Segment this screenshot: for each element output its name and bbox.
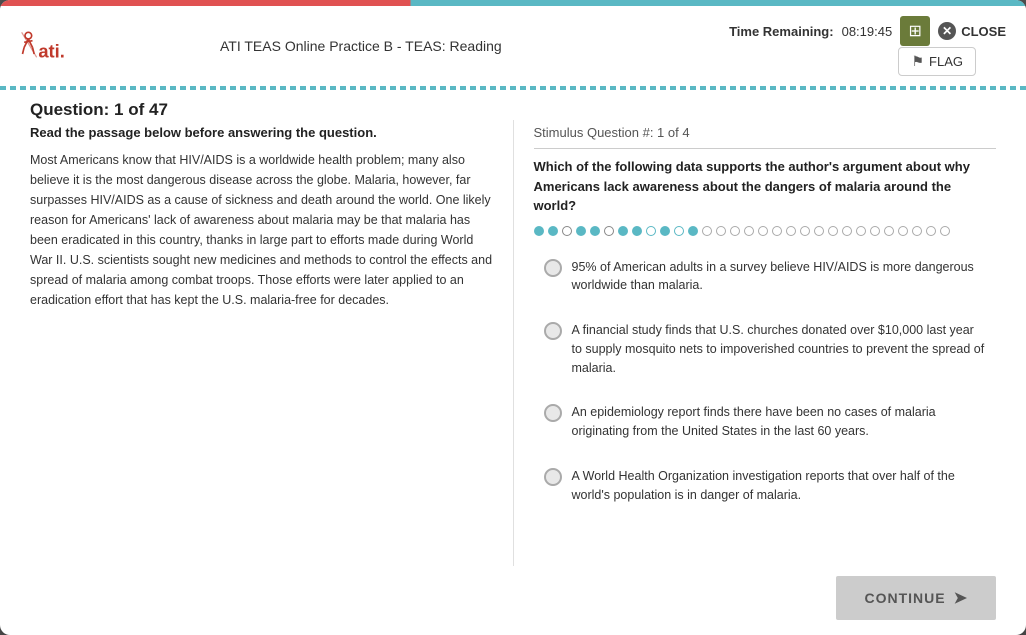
- logo-area: ati.: [20, 24, 220, 69]
- close-button[interactable]: ✕ CLOSE: [938, 22, 1006, 40]
- continue-label: CONTINUE: [864, 590, 945, 606]
- answer-text-a: 95% of American adults in a survey belie…: [572, 258, 987, 296]
- passage-instruction: Read the passage below before answering …: [30, 125, 493, 140]
- answer-option-a[interactable]: 95% of American adults in a survey belie…: [534, 250, 997, 304]
- flag-button[interactable]: ⚑ FLAG: [898, 47, 976, 76]
- left-panel: Read the passage below before answering …: [30, 120, 514, 566]
- main-content: Read the passage below before answering …: [0, 120, 1026, 566]
- header-right: Time Remaining: 08:19:45 ⊞ ✕ CLOSE ⚑ FLA…: [729, 16, 1006, 76]
- svg-text:ati.: ati.: [38, 40, 64, 61]
- progress-dots: [534, 226, 997, 236]
- dot-2: [548, 226, 558, 236]
- answer-option-b[interactable]: A financial study finds that U.S. church…: [534, 313, 997, 385]
- answer-text-c: An epidemiology report finds there have …: [572, 403, 987, 441]
- answer-option-c[interactable]: An epidemiology report finds there have …: [534, 395, 997, 449]
- radio-c[interactable]: [544, 404, 562, 422]
- dot-14: [716, 226, 726, 236]
- dot-6: [604, 226, 614, 236]
- dot-18: [772, 226, 782, 236]
- dot-20: [800, 226, 810, 236]
- answer-option-d[interactable]: A World Health Organization investigatio…: [534, 459, 997, 513]
- right-panel: Stimulus Question #: 1 of 4 Which of the…: [534, 120, 997, 566]
- header-title: ATI TEAS Online Practice B - TEAS: Readi…: [220, 38, 729, 54]
- stimulus-header: Stimulus Question #: 1 of 4: [534, 125, 997, 149]
- dot-10: [660, 226, 670, 236]
- dot-29: [926, 226, 936, 236]
- dot-9: [646, 226, 656, 236]
- dot-3: [562, 226, 572, 236]
- dot-21: [814, 226, 824, 236]
- passage-text: Most Americans know that HIV/AIDS is a w…: [30, 150, 493, 310]
- header: ati. ATI TEAS Online Practice B - TEAS: …: [0, 6, 1026, 86]
- continue-arrow-icon: ➤: [954, 588, 968, 608]
- dot-19: [786, 226, 796, 236]
- answer-text-b: A financial study finds that U.S. church…: [572, 321, 987, 377]
- question-text: Which of the following data supports the…: [534, 157, 997, 216]
- calculator-icon[interactable]: ⊞: [900, 16, 930, 46]
- dot-24: [856, 226, 866, 236]
- dot-16: [744, 226, 754, 236]
- close-icon: ✕: [938, 22, 956, 40]
- dot-26: [884, 226, 894, 236]
- dot-1: [534, 226, 544, 236]
- dot-15: [730, 226, 740, 236]
- flag-label: FLAG: [929, 54, 963, 69]
- continue-button[interactable]: CONTINUE ➤: [836, 576, 996, 620]
- radio-a[interactable]: [544, 259, 562, 277]
- flag-icon: ⚑: [911, 53, 924, 70]
- dot-30: [940, 226, 950, 236]
- answer-options: 95% of American adults in a survey belie…: [534, 250, 997, 513]
- dot-13: [702, 226, 712, 236]
- footer: CONTINUE ➤: [0, 566, 1026, 635]
- dot-5: [590, 226, 600, 236]
- dot-4: [576, 226, 586, 236]
- main-window: ati. ATI TEAS Online Practice B - TEAS: …: [0, 0, 1026, 635]
- time-value: 08:19:45: [842, 24, 893, 39]
- question-bar: Question: 1 of 47: [0, 90, 1026, 120]
- time-remaining-label: Time Remaining:: [729, 24, 834, 39]
- ati-logo: ati.: [20, 24, 70, 69]
- dot-7: [618, 226, 628, 236]
- dot-22: [828, 226, 838, 236]
- dot-8: [632, 226, 642, 236]
- radio-b[interactable]: [544, 322, 562, 340]
- answer-text-d: A World Health Organization investigatio…: [572, 467, 987, 505]
- dot-23: [842, 226, 852, 236]
- question-number: Question: 1 of 47: [30, 100, 168, 120]
- dot-25: [870, 226, 880, 236]
- dot-17: [758, 226, 768, 236]
- close-label: CLOSE: [961, 24, 1006, 39]
- timer-area: Time Remaining: 08:19:45: [729, 24, 892, 39]
- dot-12: [688, 226, 698, 236]
- dot-11: [674, 226, 684, 236]
- dot-28: [912, 226, 922, 236]
- dot-27: [898, 226, 908, 236]
- radio-d[interactable]: [544, 468, 562, 486]
